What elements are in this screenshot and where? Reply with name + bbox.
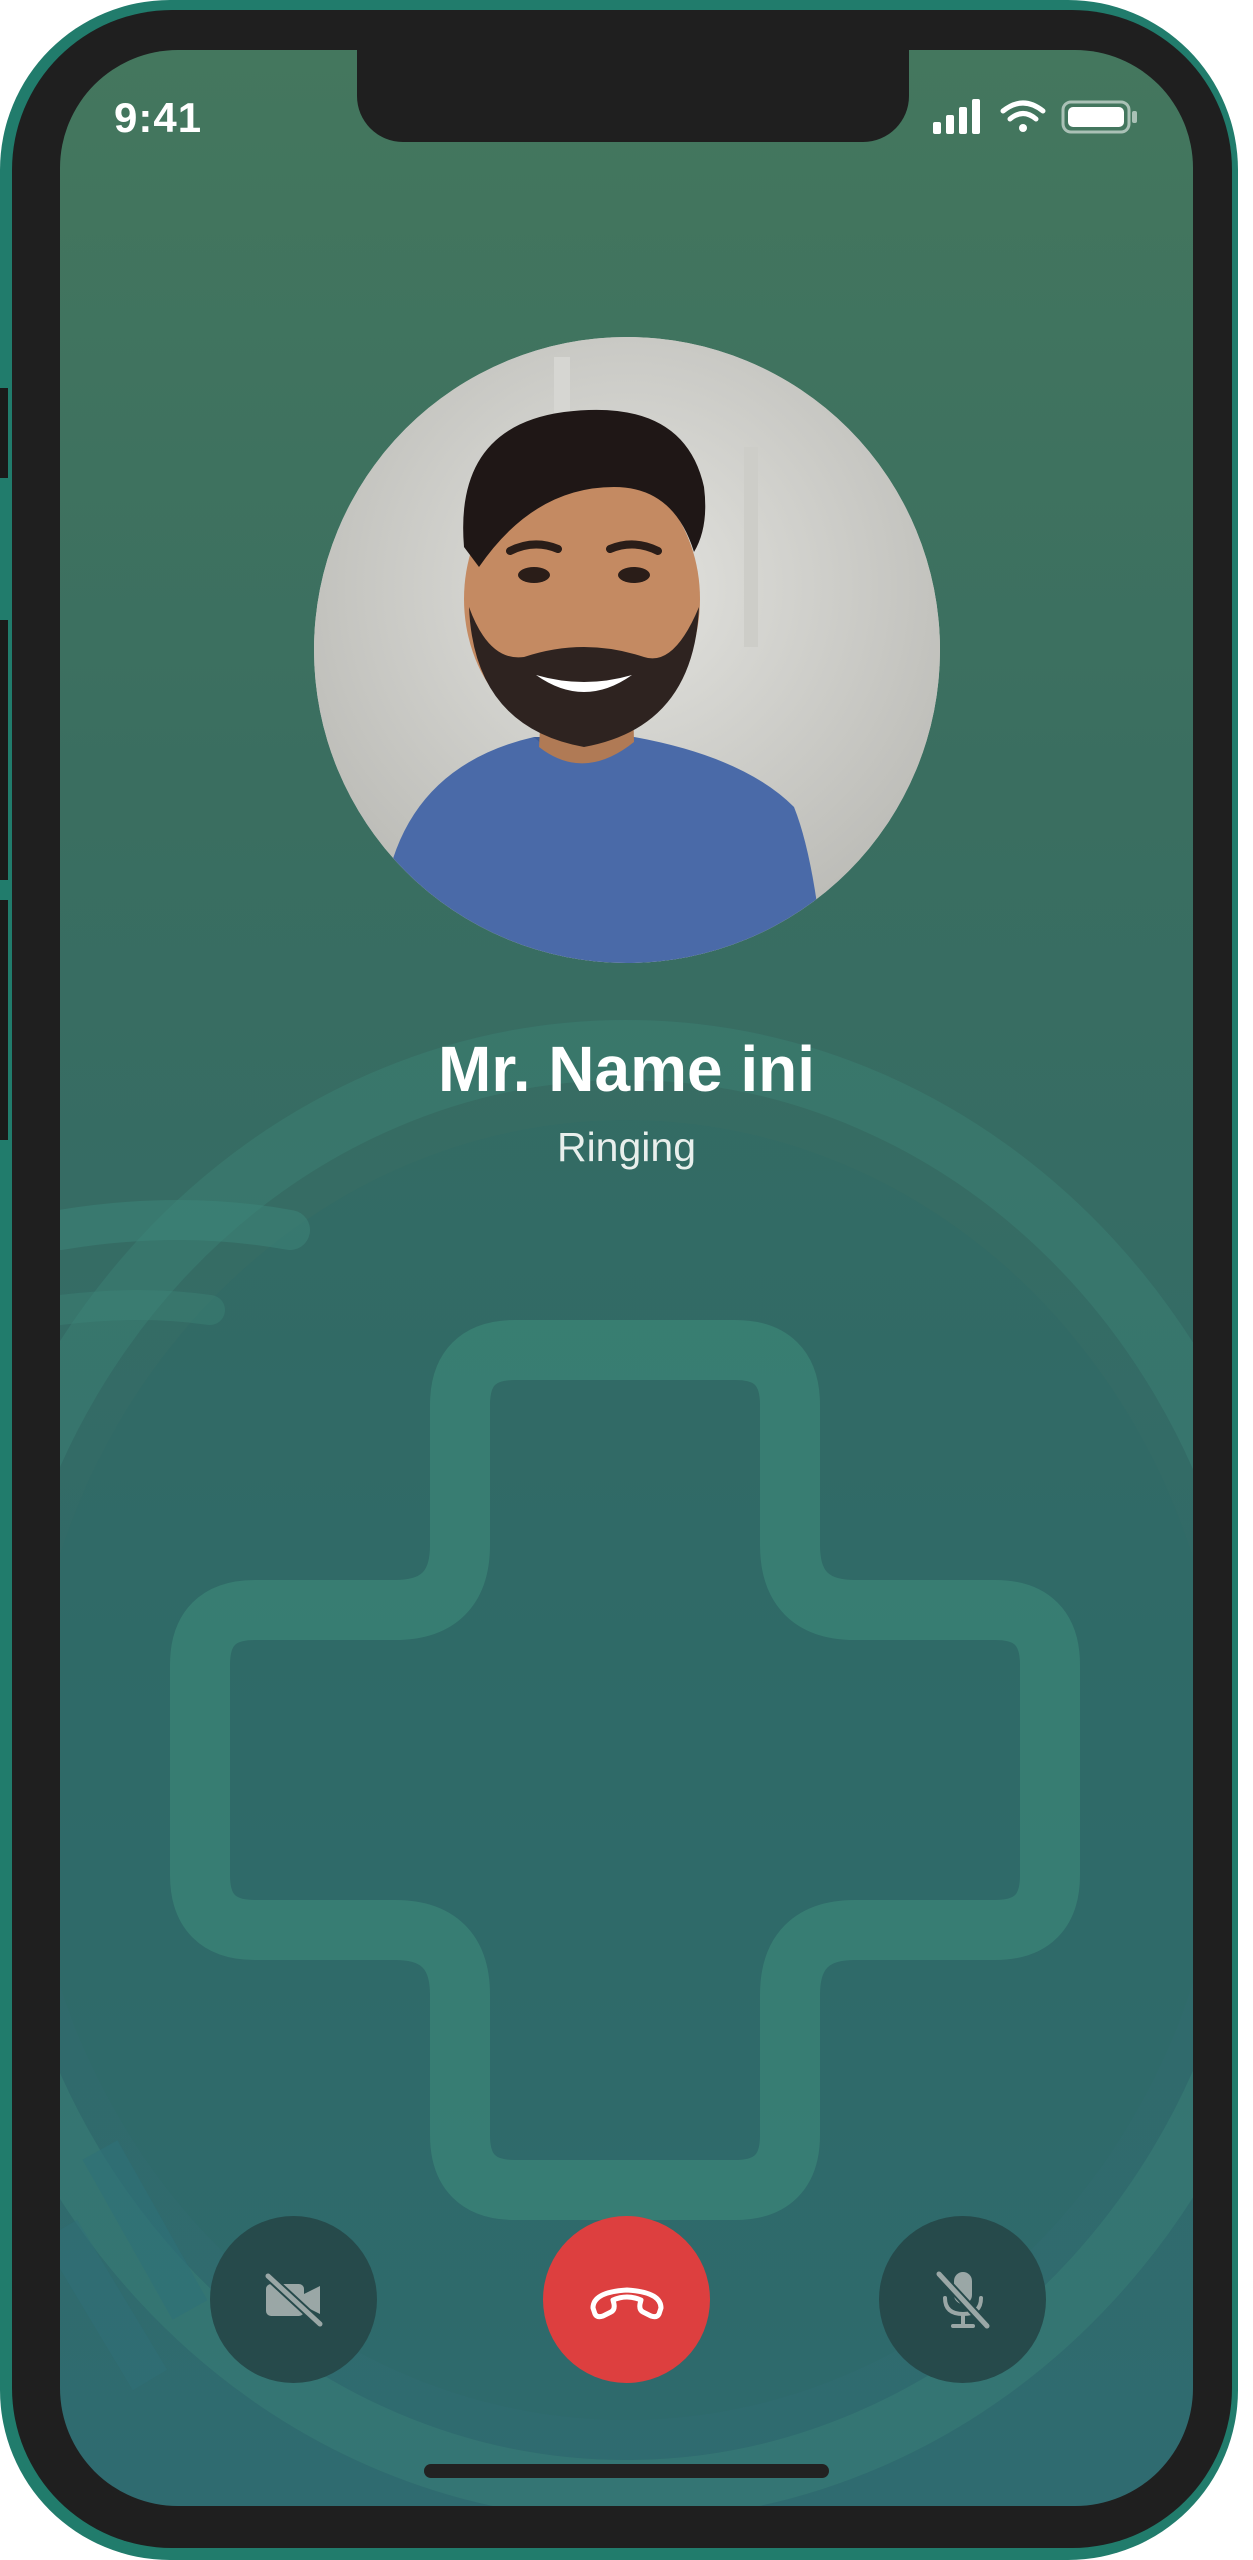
wifi-icon — [1000, 100, 1046, 132]
status-icons — [933, 99, 1137, 134]
phone-hangup-icon — [590, 2287, 663, 2319]
status-time: 9:41 — [114, 94, 203, 141]
volume-down-button — [0, 900, 8, 1140]
video-off-button[interactable] — [210, 2216, 377, 2383]
video-off-icon — [263, 2271, 324, 2328]
call-screen: 9:41 Mr. Name ini Ringing — [60, 50, 1193, 2506]
call-status: Ringing — [556, 1124, 697, 1170]
caller-avatar — [314, 337, 940, 963]
notch — [357, 50, 909, 142]
side-button — [0, 388, 8, 478]
mic-off-icon — [934, 2269, 991, 2330]
signal-icon — [933, 99, 980, 134]
battery-icon — [1061, 100, 1137, 134]
end-call-button[interactable] — [543, 2216, 710, 2383]
home-indicator[interactable] — [424, 2464, 829, 2478]
caller-name: Mr. Name ini — [438, 1033, 815, 1105]
mute-button[interactable] — [879, 2216, 1046, 2383]
volume-up-button — [0, 620, 8, 880]
